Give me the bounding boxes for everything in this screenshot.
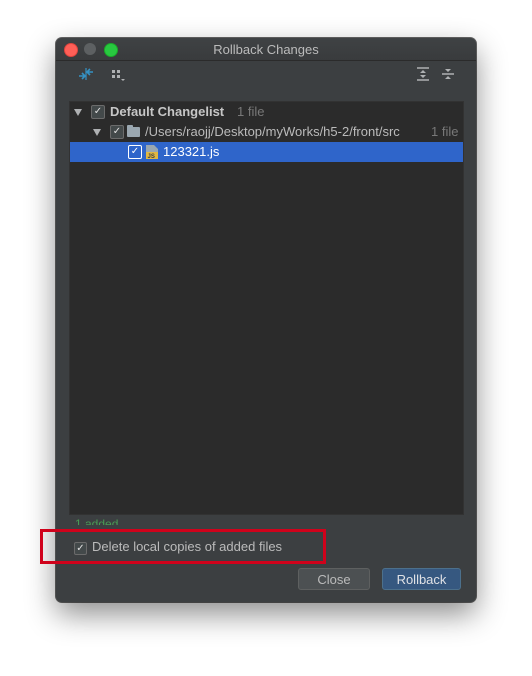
annotation-highlight-box: [40, 529, 326, 564]
changelist-checkbox[interactable]: ✓: [91, 105, 105, 119]
folder-path: /Users/raojj/Desktop/myWorks/h5-2/front/…: [145, 124, 400, 139]
close-button[interactable]: Close: [298, 568, 370, 590]
folder-count: 1 file: [431, 124, 459, 139]
title-bar[interactable]: Rollback Changes: [56, 38, 476, 61]
changelist-label: Default Changelist: [110, 104, 225, 119]
expand-arrow-icon[interactable]: [93, 129, 101, 136]
toolbar: [56, 61, 476, 87]
group-by-icon[interactable]: [108, 65, 128, 83]
tree-row-changelist[interactable]: ✓ Default Changelist 1 file: [70, 102, 463, 122]
collapse-all-icon[interactable]: [438, 65, 458, 83]
expand-all-icon[interactable]: [413, 65, 433, 83]
expand-arrow-icon[interactable]: [74, 109, 82, 116]
file-name: 123321.js: [163, 144, 220, 159]
svg-text:JS: JS: [148, 154, 155, 160]
rollback-changes-dialog: Rollback Changes ✓ Default Changelist 1 …: [56, 38, 476, 602]
window-title: Rollback Changes: [213, 42, 319, 57]
folder-checkbox[interactable]: ✓: [110, 125, 124, 139]
javascript-file-icon: JS: [145, 144, 159, 160]
changes-summary: 1 added: [75, 517, 119, 525]
folder-icon: [127, 125, 140, 137]
rollback-button[interactable]: Rollback: [382, 568, 461, 590]
changelist-count: 1 file: [237, 104, 265, 119]
tree-row-file[interactable]: ✓ JS 123321.js: [70, 142, 463, 162]
move-changes-icon[interactable]: [76, 65, 96, 83]
file-checkbox[interactable]: ✓: [128, 145, 142, 159]
changes-tree[interactable]: ✓ Default Changelist 1 file ✓ /Users/rao…: [69, 101, 464, 515]
tree-row-folder[interactable]: ✓ /Users/raojj/Desktop/myWorks/h5-2/fron…: [70, 122, 463, 142]
